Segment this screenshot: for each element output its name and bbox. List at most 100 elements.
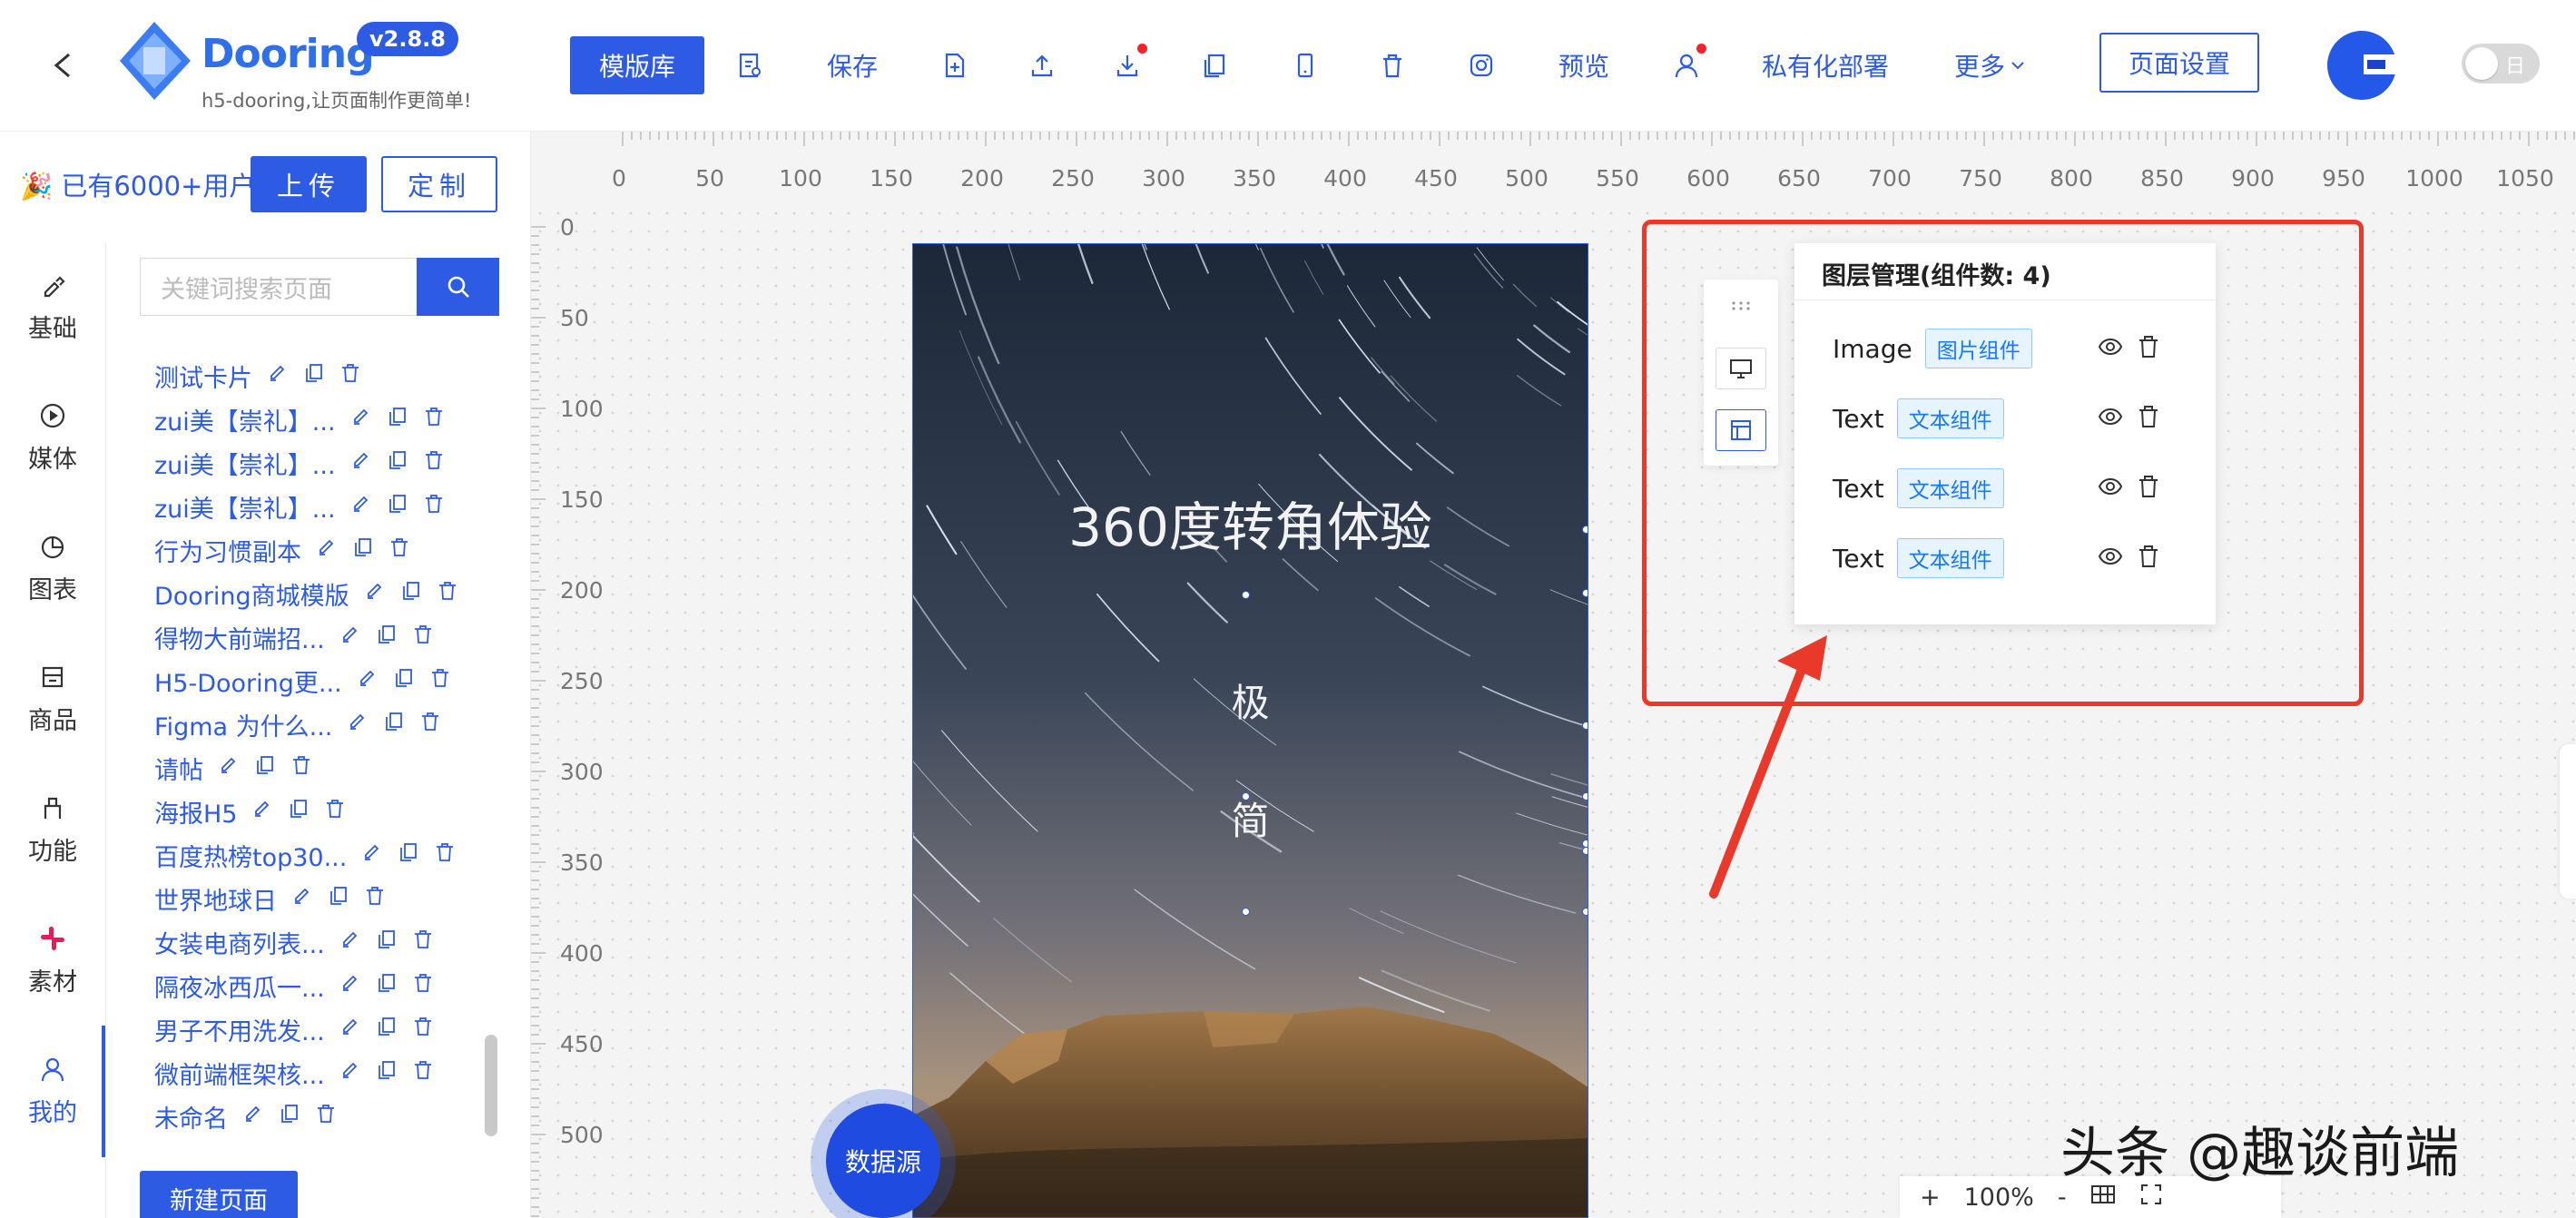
char-text-1[interactable]: 极: [913, 673, 1588, 728]
edit-icon[interactable]: [218, 754, 240, 782]
page-name[interactable]: 海报H5: [154, 794, 237, 830]
resize-handle[interactable]: [1582, 908, 1588, 916]
resize-handle[interactable]: [1582, 792, 1588, 801]
upload-icon[interactable]: [1026, 45, 1058, 85]
page-list-item[interactable]: zui美【崇礼】...: [154, 400, 445, 438]
more-menu[interactable]: 更多: [1950, 45, 2031, 85]
layout-icon[interactable]: [1716, 409, 1766, 451]
copy-icon[interactable]: [376, 928, 398, 957]
private-deploy-button[interactable]: 私有化部署: [1759, 45, 1892, 85]
delete-icon[interactable]: [423, 406, 445, 434]
delete-icon[interactable]: [324, 798, 346, 826]
edit-icon[interactable]: [339, 928, 361, 957]
delete-icon[interactable]: [364, 885, 386, 913]
customize-button[interactable]: 定制: [381, 156, 497, 212]
edit-icon[interactable]: [350, 406, 372, 434]
edit-icon[interactable]: [350, 449, 372, 477]
page-name[interactable]: Dooring商城模版: [154, 576, 349, 612]
copy-icon[interactable]: [393, 667, 415, 695]
right-panel-toggle[interactable]: [2560, 744, 2576, 899]
page-list-item[interactable]: 隔夜冰西瓜一...: [154, 967, 434, 1005]
resize-handle[interactable]: [1582, 526, 1588, 534]
datasource-button[interactable]: 数据源: [826, 1104, 940, 1218]
upload-button[interactable]: 上传: [251, 156, 367, 212]
page-list-item[interactable]: Dooring商城模版: [154, 575, 458, 613]
page-name[interactable]: 微前端框架核...: [154, 1056, 325, 1091]
resize-handle[interactable]: [1242, 591, 1250, 599]
page-list-item[interactable]: 测试卡片: [154, 357, 361, 395]
resize-handle[interactable]: [1242, 792, 1250, 801]
delete-icon[interactable]: [419, 711, 441, 739]
desktop-icon[interactable]: [1716, 348, 1766, 389]
layer-row[interactable]: Text 文本组件: [1833, 397, 2004, 440]
edit-icon[interactable]: [339, 972, 361, 1000]
edit-icon[interactable]: [251, 798, 273, 826]
delete-icon[interactable]: [437, 580, 458, 608]
page-name[interactable]: 世界地球日: [154, 881, 277, 917]
delete-layer-icon[interactable]: [2136, 474, 2161, 503]
copy-icon[interactable]: [303, 362, 325, 390]
delete-layer-icon[interactable]: [2136, 334, 2161, 363]
copy-icon[interactable]: [400, 580, 422, 608]
resize-handle[interactable]: [1582, 847, 1588, 855]
delete-icon[interactable]: [412, 1059, 434, 1087]
page-name[interactable]: 请帖: [154, 751, 203, 786]
page-name[interactable]: zui美【崇礼】...: [154, 402, 336, 437]
delete-icon[interactable]: [412, 1016, 434, 1044]
resize-handle[interactable]: [1582, 722, 1588, 730]
copy-icon[interactable]: [328, 885, 349, 913]
page-name[interactable]: 测试卡片: [154, 359, 252, 394]
copy-icon[interactable]: [387, 449, 408, 477]
copy-icon[interactable]: [376, 1016, 398, 1044]
page-list-item[interactable]: H5-Dooring更...: [154, 662, 451, 700]
page-list-item[interactable]: 男子不用洗发...: [154, 1010, 434, 1048]
copy-icon[interactable]: [279, 1103, 300, 1131]
visibility-eye-icon[interactable]: [2098, 334, 2123, 363]
copy-icon[interactable]: [1198, 45, 1231, 85]
scrollbar[interactable]: [485, 1035, 497, 1136]
copy-icon[interactable]: [376, 972, 398, 1000]
copy-icon[interactable]: [254, 754, 276, 782]
user-icon[interactable]: [1670, 44, 1706, 85]
edit-icon[interactable]: [291, 885, 313, 913]
delete-icon[interactable]: [339, 362, 361, 390]
edit-icon[interactable]: [339, 624, 361, 652]
delete-layer-icon[interactable]: [2136, 544, 2161, 573]
delete-icon[interactable]: [1376, 45, 1409, 85]
edit-icon[interactable]: [339, 1016, 361, 1044]
layer-row[interactable]: Text 文本组件: [1833, 467, 2004, 510]
edit-icon[interactable]: [267, 362, 289, 390]
page-list-item[interactable]: 海报H5: [154, 792, 346, 830]
back-arrow-icon[interactable]: [45, 47, 82, 83]
code-file-icon[interactable]: [732, 45, 768, 85]
headline-text[interactable]: 360度转角体验: [913, 485, 1588, 561]
drag-handle-icon[interactable]: [1731, 298, 1751, 315]
resize-handle[interactable]: [1582, 589, 1588, 597]
page-name[interactable]: 百度热榜top30...: [154, 838, 347, 873]
page-list-item[interactable]: zui美【崇礼】...: [154, 444, 445, 482]
page-name[interactable]: Figma 为什么...: [154, 707, 332, 742]
page-list-item[interactable]: 行为习惯副本: [154, 531, 410, 569]
page-list-item[interactable]: 请帖: [154, 749, 312, 787]
page-name[interactable]: 行为习惯副本: [154, 533, 301, 568]
layer-row[interactable]: Image 图片组件: [1833, 327, 2032, 370]
edit-icon[interactable]: [339, 1059, 361, 1087]
resize-handle[interactable]: [1242, 908, 1250, 916]
delete-icon[interactable]: [315, 1103, 337, 1131]
download-icon[interactable]: [1111, 44, 1147, 85]
nav-chart[interactable]: 图表: [0, 505, 105, 632]
page-name[interactable]: zui美【崇礼】...: [154, 489, 336, 525]
avatar[interactable]: [2327, 29, 2400, 102]
page-list-item[interactable]: 百度热榜top30...: [154, 836, 456, 874]
theme-toggle[interactable]: 日: [2462, 44, 2540, 83]
delete-icon[interactable]: [429, 667, 451, 695]
zoom-in-button[interactable]: +: [1920, 1184, 1941, 1212]
page-settings-button[interactable]: 页面设置: [2099, 33, 2259, 93]
edit-icon[interactable]: [364, 580, 386, 608]
edit-icon[interactable]: [357, 667, 379, 695]
nav-goods[interactable]: 商品: [0, 635, 105, 762]
search-button[interactable]: [417, 258, 499, 316]
page-list-item[interactable]: 未命名: [154, 1097, 337, 1135]
copy-icon[interactable]: [288, 798, 310, 826]
page-list-item[interactable]: 微前端框架核...: [154, 1054, 434, 1092]
